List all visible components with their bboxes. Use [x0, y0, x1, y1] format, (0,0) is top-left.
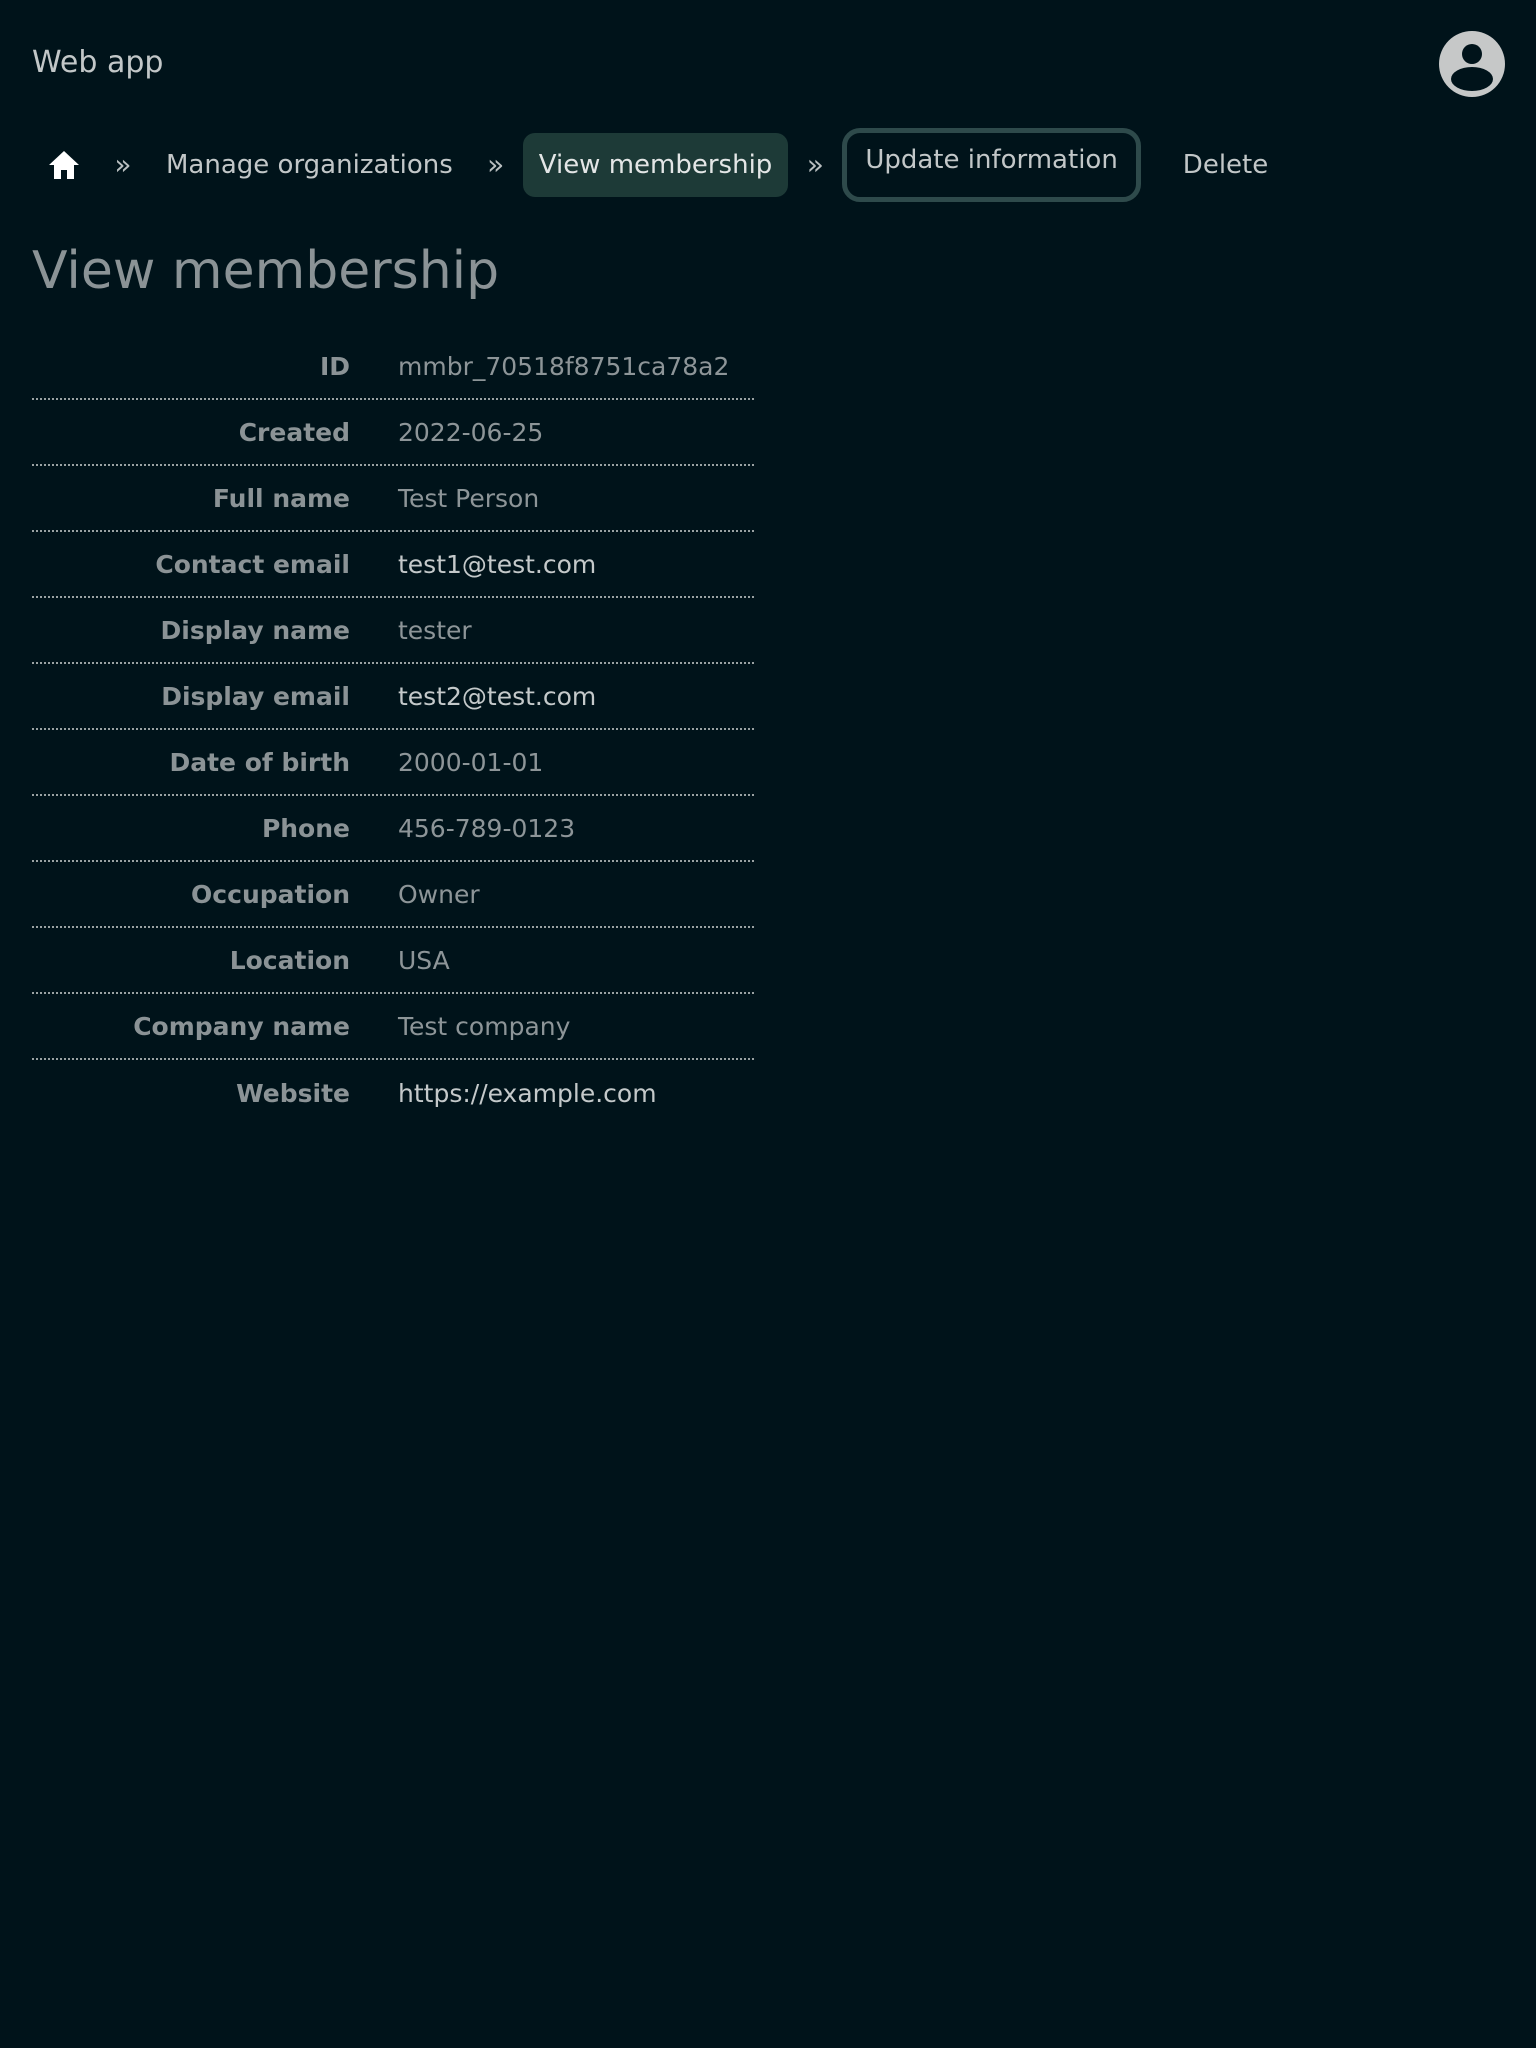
breadcrumb: » Manage organizations » View membership… [32, 128, 1284, 202]
detail-label: Contact email [155, 549, 350, 579]
detail-value: tester [398, 615, 472, 645]
home-icon [49, 151, 79, 179]
breadcrumb-manage-organizations[interactable]: Manage organizations [150, 133, 469, 197]
page-title: View membership [32, 241, 500, 301]
breadcrumb-separator: » [487, 148, 505, 181]
detail-row-location: Location USA [32, 928, 754, 994]
breadcrumb-separator: » [114, 148, 132, 181]
detail-row-website: Website https://example.com [32, 1060, 754, 1126]
breadcrumb-separator: » [806, 148, 824, 181]
breadcrumb-delete[interactable]: Delete [1167, 133, 1284, 197]
app-header: Web app [0, 0, 1536, 128]
detail-row-display-email: Display email test2@test.com [32, 664, 754, 730]
detail-label: Date of birth [169, 747, 350, 777]
detail-label: Display name [160, 615, 350, 645]
detail-label: ID [319, 351, 350, 381]
detail-row-date-of-birth: Date of birth 2000-01-01 [32, 730, 754, 796]
detail-label: Website [236, 1078, 350, 1108]
detail-row-created: Created 2022-06-25 [32, 400, 754, 466]
detail-value: 2022-06-25 [398, 417, 544, 447]
display-email-link[interactable]: test2@test.com [398, 682, 596, 711]
detail-row-phone: Phone 456-789-0123 [32, 796, 754, 862]
detail-label: Created [238, 417, 350, 447]
detail-value: Test company [398, 1011, 571, 1041]
membership-details: ID mmbr_70518f8751ca78a2 Created 2022-06… [32, 334, 754, 1126]
detail-label: Phone [261, 813, 350, 843]
breadcrumb-home[interactable] [32, 133, 96, 197]
detail-row-display-name: Display name tester [32, 598, 754, 664]
detail-label: Company name [133, 1011, 350, 1041]
detail-value: USA [398, 945, 450, 975]
detail-row-id: ID mmbr_70518f8751ca78a2 [32, 334, 754, 400]
user-avatar[interactable] [1439, 31, 1505, 97]
detail-label: Occupation [191, 879, 350, 909]
breadcrumb-view-membership[interactable]: View membership [522, 133, 789, 197]
user-circle-icon [1451, 44, 1493, 91]
detail-row-occupation: Occupation Owner [32, 862, 754, 928]
website-link[interactable]: https://example.com [398, 1079, 657, 1108]
detail-label: Display email [161, 681, 350, 711]
breadcrumb-update-information[interactable]: Update information [842, 128, 1141, 202]
detail-label: Full name [212, 483, 350, 513]
detail-value: Test Person [398, 483, 540, 513]
detail-value: 456-789-0123 [398, 813, 576, 843]
app-title[interactable]: Web app [32, 41, 163, 85]
detail-label: Location [229, 945, 350, 975]
detail-row-full-name: Full name Test Person [32, 466, 754, 532]
contact-email-link[interactable]: test1@test.com [398, 550, 596, 579]
detail-row-company-name: Company name Test company [32, 994, 754, 1060]
detail-value: mmbr_70518f8751ca78a2 [398, 351, 730, 381]
detail-row-contact-email: Contact email test1@test.com [32, 532, 754, 598]
detail-value: 2000-01-01 [398, 747, 544, 777]
detail-value: Owner [398, 879, 480, 909]
